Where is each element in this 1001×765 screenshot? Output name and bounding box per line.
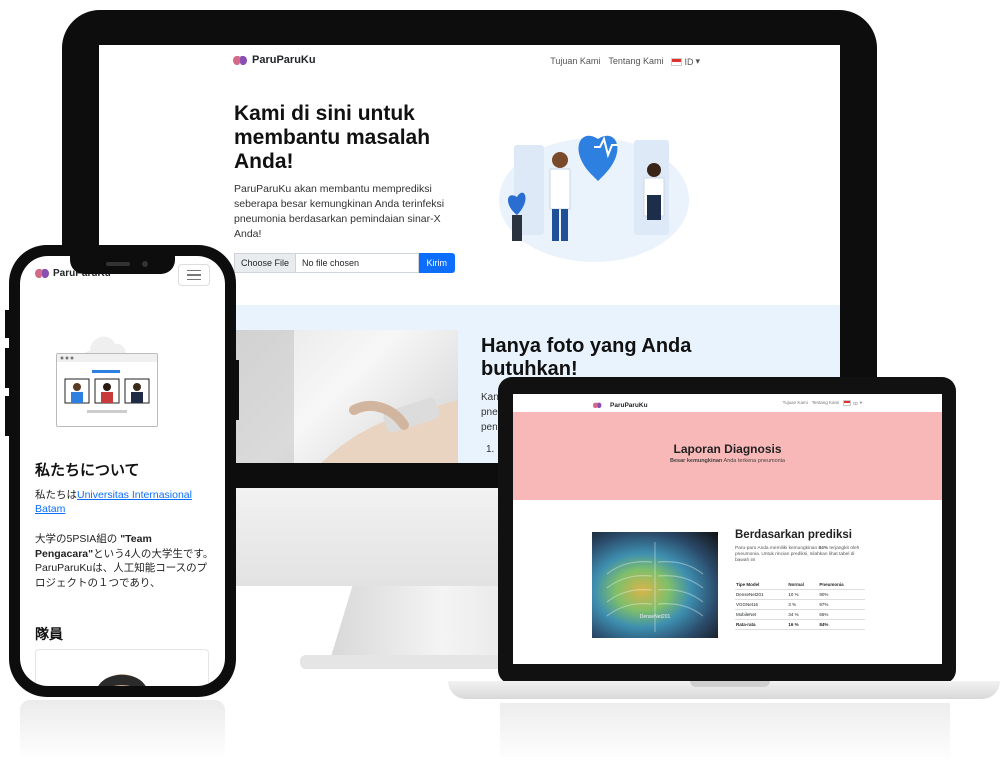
subtitle-rest: Anda terkena pneumonia bbox=[722, 458, 785, 464]
phone-reflection bbox=[20, 700, 225, 760]
table-cell: 90% bbox=[818, 589, 865, 600]
hero-title: Kami di sini untuk membantu masalah Anda… bbox=[234, 102, 431, 173]
menu-icon-bar bbox=[187, 278, 201, 281]
laptop-reflection bbox=[500, 703, 950, 763]
result-percentage: 84% bbox=[818, 546, 829, 551]
header-normal: Normal bbox=[787, 580, 819, 590]
header-model: Tipe Model bbox=[735, 580, 788, 590]
section2-list-item: 1. bbox=[486, 444, 495, 455]
table-cell: VGGNet16 bbox=[735, 599, 788, 610]
doctors-illustration bbox=[499, 135, 689, 262]
language-dropdown[interactable]: ID ▾ bbox=[671, 56, 700, 67]
nav-tujuan-kami[interactable]: Tujuan Kami bbox=[550, 56, 600, 67]
xray-heatmap-image: DenseNet201 bbox=[592, 532, 718, 638]
diagnosis-banner bbox=[513, 412, 942, 500]
table-cell: 66% bbox=[818, 609, 865, 620]
file-name-display[interactable]: No file chosen bbox=[296, 253, 419, 273]
language-dropdown[interactable]: ID ▾ bbox=[843, 400, 862, 406]
lungs-logo-icon bbox=[233, 54, 247, 66]
hand-phone-photo bbox=[234, 330, 458, 463]
table-row: MobileNet 34 % 66% bbox=[735, 609, 865, 620]
phone-screen: ParuParuKu 私たちについて 私たちはUniversitas Inter… bbox=[20, 256, 225, 686]
indonesia-flag-icon bbox=[843, 400, 852, 406]
subtitle-bold: Besar kemungkinan bbox=[670, 458, 723, 464]
about-text2-pre: 大学の5PSIA組の bbox=[35, 533, 121, 545]
chevron-down-icon: ▾ bbox=[859, 400, 862, 405]
table-cell: 34 % bbox=[787, 609, 819, 620]
laptop-nav: Tujuan Kami Tentang Kami ID ▾ bbox=[783, 400, 862, 406]
about-title: 私たちについて bbox=[35, 462, 140, 479]
about-text-pre: 私たちは bbox=[35, 489, 77, 501]
header-pneumonia: Pneumonia bbox=[818, 580, 865, 590]
table-row: Rata-rata 16 % 84% bbox=[735, 619, 865, 630]
desktop-nav: Tujuan Kami Tentang Kami ID ▾ bbox=[550, 56, 700, 67]
choose-file-button[interactable]: Choose File bbox=[234, 253, 297, 273]
menu-icon-bar bbox=[187, 269, 201, 272]
table-cell: Rata-rata bbox=[735, 619, 788, 630]
table-cell: 3 % bbox=[787, 599, 819, 610]
language-label: ID bbox=[684, 56, 694, 67]
desktop-brand[interactable]: ParuParuKu bbox=[233, 54, 316, 66]
lungs-logo-icon bbox=[593, 401, 602, 409]
brand-name: ParuParuKu bbox=[610, 401, 648, 409]
laptop-brand[interactable]: ParuParuKu bbox=[593, 399, 648, 411]
table-cell: MobileNet bbox=[735, 609, 788, 620]
table-cell: 84% bbox=[818, 619, 865, 630]
nav-tentang-kami[interactable]: Tentang Kami bbox=[812, 400, 840, 406]
laptop-screen: ParuParuKu Tujuan Kami Tentang Kami ID ▾… bbox=[513, 394, 942, 664]
table-cell: 10 % bbox=[787, 589, 819, 600]
nav-tentang-kami[interactable]: Tentang Kami bbox=[608, 56, 663, 67]
xray-model-label: DenseNet201 bbox=[639, 614, 671, 620]
table-row: VGGNet16 3 % 97% bbox=[735, 599, 865, 610]
lungs-logo-icon bbox=[35, 267, 49, 279]
hero-description: ParuParuKu akan membantu memprediksi seb… bbox=[234, 183, 445, 240]
table-cell: DenseNet201 bbox=[735, 589, 788, 600]
submit-button[interactable]: Kirim bbox=[418, 253, 455, 273]
members-title: 隊員 bbox=[35, 626, 63, 642]
menu-icon-bar bbox=[187, 274, 201, 276]
result-title: Berdasarkan prediksi bbox=[735, 529, 852, 541]
section2-title: Hanya foto yang Anda butuhkan! bbox=[481, 335, 692, 380]
prediction-table: Tipe Model Normal Pneumonia DenseNet201 … bbox=[735, 580, 865, 630]
chevron-down-icon: ▾ bbox=[695, 56, 700, 66]
about-text: 私たちはUniversitas Internasional Batam bbox=[35, 488, 215, 516]
nav-tujuan-kami[interactable]: Tujuan Kami bbox=[783, 400, 808, 406]
table-cell: 16 % bbox=[787, 619, 819, 630]
table-header-row: Tipe Model Normal Pneumonia bbox=[735, 580, 865, 590]
indonesia-flag-icon bbox=[671, 57, 683, 66]
brand-name: ParuParuKu bbox=[252, 54, 316, 66]
diagnosis-title: Laporan Diagnosis bbox=[673, 442, 782, 456]
member-card bbox=[35, 649, 209, 686]
diagnosis-subtitle: Besar kemungkinan Anda terkena pneumonia bbox=[513, 458, 942, 464]
about-text-2: 大学の5PSIA組の "Team Pengacara"という4人の大学生です。P… bbox=[35, 532, 217, 590]
table-cell: 97% bbox=[818, 599, 865, 610]
video-call-illustration bbox=[56, 353, 158, 427]
upload-form: Choose File No file chosen Kirim bbox=[234, 253, 455, 273]
hamburger-menu-button[interactable] bbox=[178, 264, 210, 286]
phone-notch bbox=[70, 256, 175, 274]
result-text: Paru-paru Anda memiliki kemungkinan 84% … bbox=[735, 546, 865, 564]
language-label: ID bbox=[853, 400, 858, 406]
laptop-notch bbox=[690, 681, 770, 687]
table-row: DenseNet201 10 % 90% bbox=[735, 589, 865, 600]
result-text-pre: Paru-paru Anda memiliki kemungkinan bbox=[735, 546, 819, 551]
